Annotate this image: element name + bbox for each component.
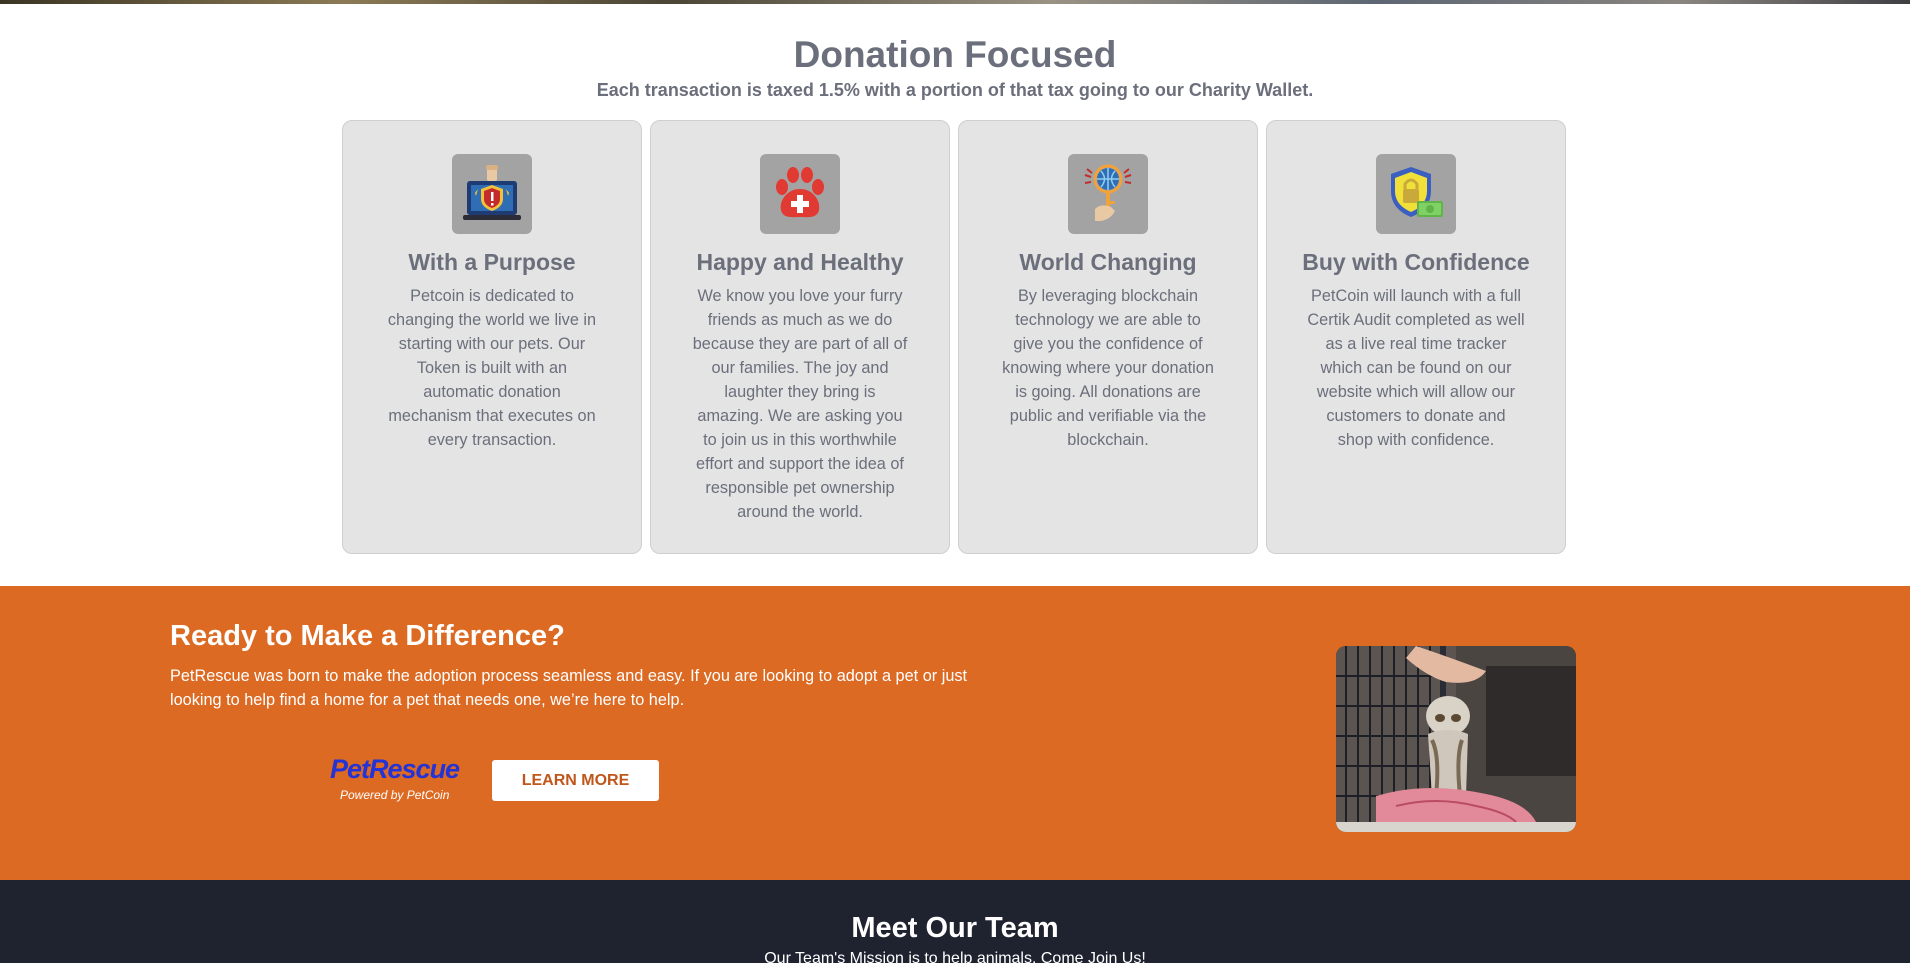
learn-more-button[interactable]: LEARN MORE bbox=[492, 760, 659, 801]
card-text: PetCoin will launch with a full Certik A… bbox=[1307, 287, 1525, 449]
card-text: By leveraging blockchain technology we a… bbox=[1002, 287, 1214, 449]
feature-card-world: World Changing By leveraging blockchain … bbox=[958, 120, 1258, 554]
feature-card-healthy: Happy and Healthy We know you love your … bbox=[650, 120, 950, 554]
feature-cards: With a Purpose Petcoin is dedicated to c… bbox=[342, 120, 1566, 554]
donation-title: Donation Focused bbox=[793, 34, 1117, 75]
petrescue-logo[interactable]: PetRescue Powered by PetCoin bbox=[330, 754, 465, 810]
laptop-shield-fist-icon bbox=[452, 154, 532, 234]
cta-title: Ready to Make a Difference? bbox=[170, 620, 565, 652]
card-title: World Changing bbox=[1019, 249, 1197, 275]
team-section: Meet Our Team Our Team's Mission is to h… bbox=[0, 880, 1910, 967]
card-text: Petcoin is dedicated to changing the wor… bbox=[387, 287, 597, 449]
card-title: Happy and Healthy bbox=[696, 249, 904, 275]
hand-globe-key-icon bbox=[1068, 154, 1148, 234]
card-text: We know you love your furry friends as m… bbox=[692, 287, 908, 521]
card-title: Buy with Confidence bbox=[1302, 249, 1530, 275]
shield-lock-money-icon bbox=[1376, 154, 1456, 234]
feature-card-purpose: With a Purpose Petcoin is dedicated to c… bbox=[342, 120, 642, 554]
team-subtitle: Our Team's Mission is to help animals. C… bbox=[764, 950, 1146, 967]
donation-subtitle: Each transaction is taxed 1.5% with a po… bbox=[596, 80, 1314, 100]
petrescue-logo-word: PetRescue bbox=[330, 754, 460, 784]
cta-text: PetRescue was born to make the adoption … bbox=[170, 667, 968, 709]
donation-section: Donation Focused Each transaction is tax… bbox=[0, 4, 1910, 586]
paw-medical-cross-icon bbox=[760, 154, 840, 234]
team-title: Meet Our Team bbox=[851, 912, 1059, 944]
card-title: With a Purpose bbox=[408, 249, 576, 275]
petrescue-logo-tagline: Powered by PetCoin bbox=[340, 788, 450, 802]
cat-in-cage-photo bbox=[1336, 646, 1576, 832]
cta-section: Ready to Make a Difference? PetRescue wa… bbox=[0, 586, 1910, 880]
feature-card-confidence: Buy with Confidence PetCoin will launch … bbox=[1266, 120, 1566, 554]
